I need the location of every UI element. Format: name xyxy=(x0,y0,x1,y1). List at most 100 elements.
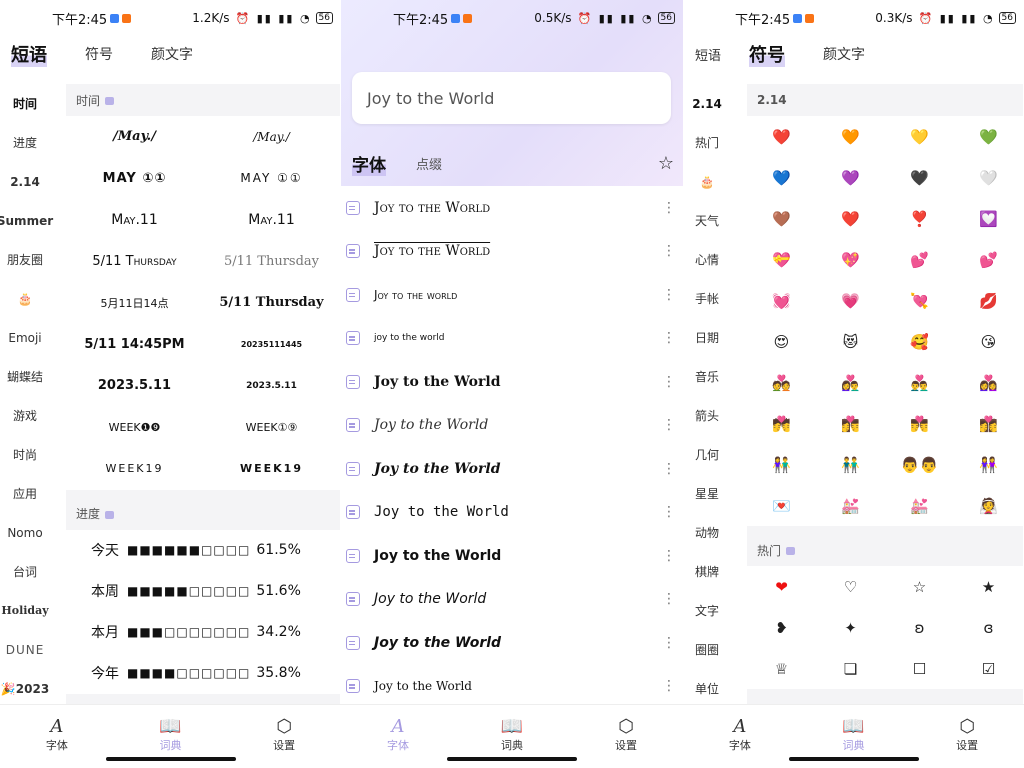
phrase-cell[interactable]: 5/11 Thursday xyxy=(203,241,340,283)
font-item[interactable]: joy to the world ⋮ xyxy=(341,317,683,361)
symbol-cell[interactable]: ❤ xyxy=(747,566,816,607)
tab-decorations[interactable]: 点缀 xyxy=(416,154,442,173)
phrase-cell[interactable]: MAY ①① xyxy=(203,158,340,200)
nav-item[interactable]: Summer xyxy=(0,201,53,240)
emoji-cell[interactable]: 💓 xyxy=(747,280,816,321)
nav-dictionary[interactable]: 📖 词典 xyxy=(140,715,200,753)
font-item[interactable]: Joy to the World ⋮ xyxy=(341,447,683,491)
font-item[interactable]: Joy to the World ⋮ xyxy=(341,621,683,665)
nav-item[interactable]: 星星 xyxy=(683,474,731,513)
nav-item[interactable]: 日期 xyxy=(683,318,731,357)
nav-item[interactable]: 应用 xyxy=(0,474,50,513)
phrase-cell[interactable]: /May./ xyxy=(66,116,203,158)
nav-item[interactable]: DUNE xyxy=(0,630,50,669)
symbol-cell[interactable]: ɞ xyxy=(954,607,1023,648)
emoji-cell[interactable]: 💕 xyxy=(885,239,954,280)
more-icon[interactable]: ⋮ xyxy=(661,461,677,477)
emoji-cell[interactable]: 👨‍❤️‍👨 xyxy=(885,362,954,403)
more-icon[interactable]: ⋮ xyxy=(661,548,677,564)
nav-dictionary[interactable]: 📖 词典 xyxy=(482,715,542,753)
phrase-cell[interactable]: /May./ xyxy=(203,116,340,158)
emoji-cell[interactable]: 💟 xyxy=(954,198,1023,239)
phrase-cell[interactable]: May.11 xyxy=(66,199,203,241)
phrase-cell[interactable]: 2023.5.11 xyxy=(66,365,203,407)
emoji-cell[interactable]: 👰 xyxy=(954,485,1023,526)
nav-item[interactable]: 🎂 xyxy=(0,279,50,318)
emoji-cell[interactable]: 👭 xyxy=(954,444,1023,485)
emoji-cell[interactable]: 💙 xyxy=(747,157,816,198)
font-item[interactable]: Joy to the World ⋮ xyxy=(341,491,683,535)
nav-item[interactable]: 游戏 xyxy=(0,396,50,435)
symbol-cell[interactable]: ☐ xyxy=(885,648,954,689)
nav-item[interactable]: 热门 xyxy=(683,123,731,162)
progress-row[interactable]: 今年 ■■■■□□□□□□ 35.8% xyxy=(66,652,340,694)
emoji-cell[interactable]: 😘 xyxy=(954,321,1023,362)
font-item[interactable]: Joy to the world ⋮ xyxy=(341,273,683,317)
nav-item[interactable]: Emoji xyxy=(0,318,50,357)
symbol-cell[interactable]: ✦ xyxy=(816,607,885,648)
more-icon[interactable]: ⋮ xyxy=(661,504,677,520)
tab-kaomoji[interactable]: 颜文字 xyxy=(151,44,193,64)
nav-settings[interactable]: ⬡ 设置 xyxy=(254,715,314,753)
font-item[interactable]: Joy to the World ⋮ xyxy=(341,534,683,578)
phrase-cell[interactable]: 2023.5.11 xyxy=(203,365,340,407)
emoji-cell[interactable]: 💒 xyxy=(885,485,954,526)
symbol-cell[interactable]: ♡ xyxy=(816,566,885,607)
tab-phrases[interactable]: 短语 xyxy=(11,41,47,67)
emoji-cell[interactable]: 👩‍❤️‍💋‍👨 xyxy=(816,403,885,444)
nav-settings[interactable]: ⬡ 设置 xyxy=(937,715,997,753)
emoji-cell[interactable]: 👩‍❤️‍💋‍👩 xyxy=(954,403,1023,444)
emoji-cell[interactable]: 🤍 xyxy=(954,157,1023,198)
nav-item[interactable]: 天气 xyxy=(683,201,731,240)
emoji-cell[interactable]: 💌 xyxy=(747,485,816,526)
more-icon[interactable]: ⋮ xyxy=(661,374,677,390)
symbol-cell[interactable]: ❥ xyxy=(747,607,816,648)
tab-symbols[interactable]: 符号 xyxy=(85,44,113,64)
symbol-cell[interactable]: ☑ xyxy=(954,648,1023,689)
progress-row[interactable]: 本月 ■■■□□□□□□□ 34.2% xyxy=(66,611,340,653)
more-icon[interactable]: ⋮ xyxy=(661,417,677,433)
symbol-cell[interactable]: ❏ xyxy=(816,648,885,689)
emoji-cell[interactable]: 😍 xyxy=(747,321,816,362)
nav-item[interactable]: 🎂 xyxy=(683,162,731,201)
more-icon[interactable]: ⋮ xyxy=(661,330,677,346)
font-item[interactable]: Joy to the World ⋮ xyxy=(341,186,683,230)
nav-item[interactable]: 单位 xyxy=(683,669,731,708)
more-icon[interactable]: ⋮ xyxy=(661,591,677,607)
emoji-cell[interactable]: 💕 xyxy=(954,239,1023,280)
emoji-cell[interactable]: 👨‍❤️‍💋‍👨 xyxy=(885,403,954,444)
emoji-cell[interactable]: 👩‍❤️‍👨 xyxy=(816,362,885,403)
tab-kaomoji[interactable]: 颜文字 xyxy=(823,44,865,64)
phrase-cell[interactable]: WEEK19 xyxy=(66,448,203,490)
more-icon[interactable]: ⋮ xyxy=(661,243,677,259)
emoji-cell[interactable]: 💏 xyxy=(747,403,816,444)
symbol-cell[interactable]: ★ xyxy=(954,566,1023,607)
nav-item[interactable]: 几何 xyxy=(683,435,731,474)
emoji-cell[interactable]: 💋 xyxy=(954,280,1023,321)
phrase-cell[interactable]: MAY ①① xyxy=(66,158,203,200)
emoji-cell[interactable]: ❣️ xyxy=(885,198,954,239)
emoji-cell[interactable]: 🥰 xyxy=(885,321,954,362)
more-icon[interactable]: ⋮ xyxy=(661,287,677,303)
emoji-cell[interactable]: 👬 xyxy=(816,444,885,485)
tab-phrases[interactable]: 短语 xyxy=(695,45,721,64)
nav-item[interactable]: 动物 xyxy=(683,513,731,552)
emoji-cell[interactable]: 🖤 xyxy=(885,157,954,198)
emoji-cell[interactable]: 💗 xyxy=(816,280,885,321)
font-item[interactable]: Joy to the World ⋮ xyxy=(341,360,683,404)
nav-item[interactable]: 进度 xyxy=(0,123,50,162)
emoji-cell[interactable]: 💛 xyxy=(885,116,954,157)
nav-item[interactable]: 棋牌 xyxy=(683,552,731,591)
emoji-cell[interactable]: 💖 xyxy=(816,239,885,280)
nav-item[interactable]: 🎉2023 xyxy=(0,669,50,708)
more-icon[interactable]: ⋮ xyxy=(661,200,677,216)
tab-symbols[interactable]: 符号 xyxy=(749,41,786,67)
more-icon[interactable]: ⋮ xyxy=(661,678,677,694)
font-item[interactable]: Joy to the World ⋮ xyxy=(341,230,683,274)
text-input[interactable]: Joy to the World xyxy=(352,72,671,124)
phrase-cell[interactable]: May.11 xyxy=(203,199,340,241)
nav-item[interactable]: 箭头 xyxy=(683,396,731,435)
phrase-cell[interactable]: 20235111445 xyxy=(203,324,340,366)
nav-item[interactable]: 圈圈 xyxy=(683,630,731,669)
nav-fonts[interactable]: A 字体 xyxy=(368,715,428,753)
